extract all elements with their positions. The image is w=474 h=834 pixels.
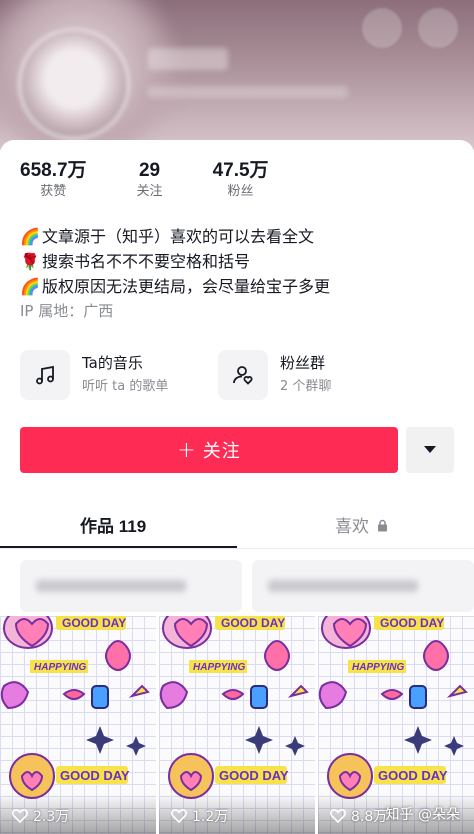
bio-text: 版权原因无法更结局，会尽量给宝子多更 <box>42 277 331 296</box>
subtitle-blurred <box>148 86 348 98</box>
video-thumbnail[interactable]: GOOD DAY HAPPYING GOOD DAY <box>0 616 156 834</box>
bio-line: 🌈 版权原因无法更结局，会尽量给宝子多更 <box>20 274 460 299</box>
stat-value: 29 <box>138 160 161 181</box>
like-count: 8.8万 <box>351 809 388 825</box>
follow-label: 关注 <box>202 441 241 462</box>
bio-text: 搜索书名不不不要空格和括号 <box>42 252 251 271</box>
video-like-count: 2.3万 <box>12 806 69 826</box>
tab-divider <box>0 548 474 549</box>
collection-card[interactable] <box>252 560 474 612</box>
svg-text:GOOD DAY: GOOD DAY <box>219 768 289 783</box>
video-like-count: 1.2万 <box>171 806 228 826</box>
plus-icon: + <box>177 437 197 463</box>
profile-bio: 🌈 文章源于（知乎）喜欢的可以去看全文 🌹 搜索书名不不不要空格和括号 🌈 版权原因无… <box>20 224 460 324</box>
svg-text:HAPPYING: HAPPYING <box>352 662 404 673</box>
svg-text:GOOD DAY: GOOD DAY <box>380 616 444 630</box>
bio-line: 🌹 搜索书名不不不要空格和括号 <box>20 249 460 274</box>
profile-stats: 658.7万 获赞 29 关注 47.5万 粉丝 <box>20 160 319 201</box>
stat-label: 粉丝 <box>227 184 254 199</box>
rose-icon: 🌹 <box>20 252 40 271</box>
tab-works[interactable]: 作品 119 <box>80 512 146 537</box>
tab-likes[interactable]: 喜欢 <box>335 512 388 537</box>
music-note-icon <box>20 350 70 400</box>
svg-text:HAPPYING: HAPPYING <box>193 662 245 673</box>
lock-icon <box>378 519 388 532</box>
music-tile[interactable]: Ta的音乐 听听 ta 的歌单 <box>20 350 218 400</box>
nickname-blurred <box>148 48 228 70</box>
stat-value: 47.5万 <box>212 160 269 181</box>
rainbow-icon: 🌈 <box>20 227 40 246</box>
heart-icon <box>12 809 28 823</box>
svg-text:GOOD DAY: GOOD DAY <box>60 768 130 783</box>
profile-banner <box>0 0 474 150</box>
rainbow-icon: 🌈 <box>20 277 40 296</box>
stat-value: 658.7万 <box>20 160 87 181</box>
video-grid: GOOD DAY HAPPYING GOOD DAY 2.3万 GOOD DAY… <box>0 616 474 834</box>
svg-text:GOOD DAY: GOOD DAY <box>62 616 126 630</box>
heart-icon <box>330 809 346 823</box>
stat-label: 获赞 <box>40 184 67 199</box>
collection-card[interactable] <box>20 560 242 612</box>
svg-text:HAPPYING: HAPPYING <box>34 662 86 673</box>
pinned-collections <box>0 560 474 616</box>
video-thumbnail[interactable]: GOOD DAY HAPPYING GOOD DAY <box>159 616 315 834</box>
tab-likes-label: 喜欢 <box>335 517 369 537</box>
avatar[interactable] <box>18 28 130 140</box>
like-count: 2.3万 <box>33 809 70 825</box>
tile-title: 粉丝群 <box>280 354 326 372</box>
more-options-button[interactable] <box>406 427 454 473</box>
group-heart-icon <box>218 350 268 400</box>
profile-tabs: 作品 119 喜欢 <box>0 498 474 550</box>
svg-text:GOOD DAY: GOOD DAY <box>378 768 448 783</box>
profile-tiles: Ta的音乐 听听 ta 的歌单 粉丝群 2 个群聊 <box>20 350 416 400</box>
bio-line: 🌈 文章源于（知乎）喜欢的可以去看全文 <box>20 224 460 249</box>
stat-label: 关注 <box>136 184 163 199</box>
heart-icon <box>171 809 187 823</box>
ip-location: IP 属地：广西 <box>20 302 114 320</box>
caret-down-icon <box>424 446 436 453</box>
svg-text:GOOD DAY: GOOD DAY <box>221 616 285 630</box>
bio-text: 文章源于（知乎）喜欢的可以去看全文 <box>42 227 315 246</box>
stat-likes[interactable]: 658.7万 获赞 <box>20 160 87 201</box>
follow-row: + 关注 <box>20 427 454 473</box>
like-count: 1.2万 <box>192 809 229 825</box>
follow-button[interactable]: + 关注 <box>20 427 398 473</box>
tile-subtitle: 听听 ta 的歌单 <box>82 379 169 394</box>
profile-card: 658.7万 获赞 29 关注 47.5万 粉丝 🌈 文章源于（知乎）喜欢的可以去… <box>0 140 474 834</box>
tile-subtitle: 2 个群聊 <box>280 379 332 394</box>
more-icon[interactable] <box>418 8 458 48</box>
stat-followers[interactable]: 47.5万 粉丝 <box>213 160 269 201</box>
stat-following[interactable]: 29 关注 <box>137 160 163 201</box>
search-icon[interactable] <box>362 8 402 48</box>
video-like-count: 8.8万 <box>330 806 387 826</box>
video-thumbnail[interactable]: GOOD DAY HAPPYING GOOD DAY <box>318 616 474 834</box>
watermark: 知乎 @朵朵 <box>385 807 460 823</box>
fan-group-tile[interactable]: 粉丝群 2 个群聊 <box>218 350 416 400</box>
tile-title: Ta的音乐 <box>82 354 143 372</box>
